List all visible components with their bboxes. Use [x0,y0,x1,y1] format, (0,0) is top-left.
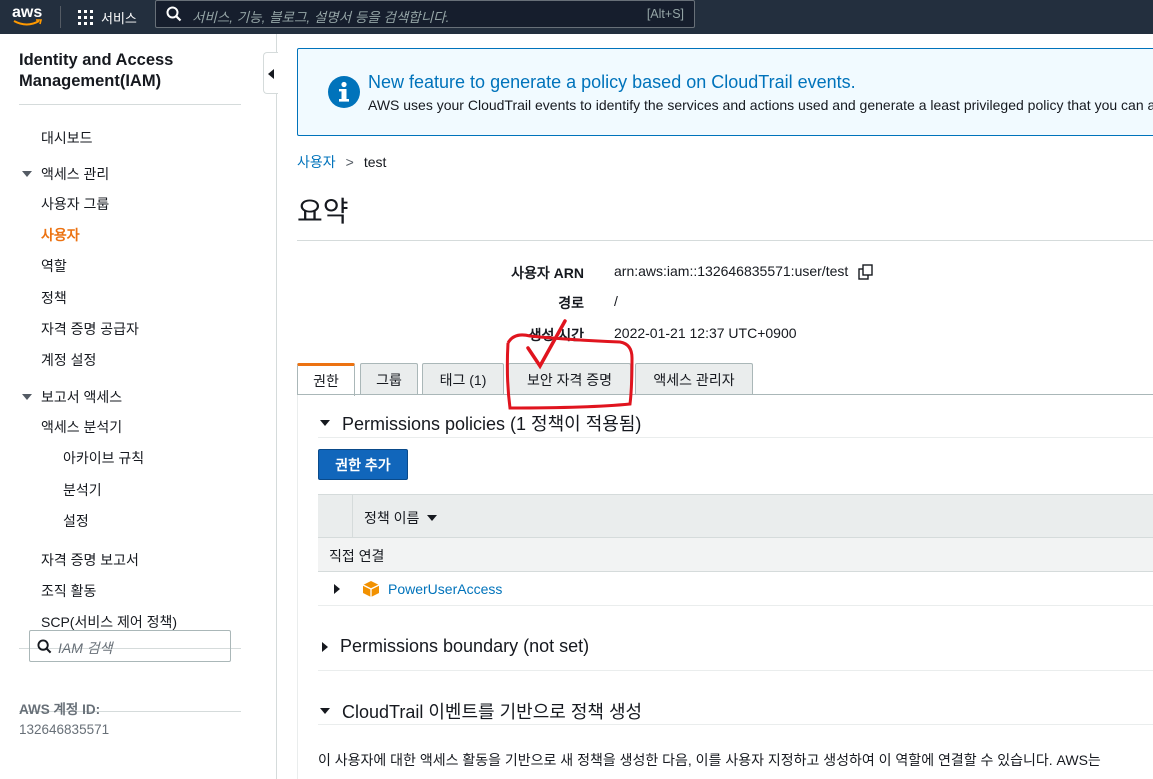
summary-value-created: 2022-01-21 12:37 UTC+0900 [614,325,797,341]
permissions-policies-title: Permissions policies (1 정책이 적용됨) [342,414,642,434]
caret-down-icon [22,394,32,400]
global-search-input[interactable]: 서비스, 기능, 블로그, 설명서 등을 검색합니다. [Alt+S] [155,0,695,28]
aws-managed-policy-icon [362,581,380,597]
column-header-label: 정책 이름 [364,510,420,526]
sidebar-title[interactable]: Identity and Access Management(IAM) [19,50,249,92]
search-icon [37,639,52,654]
page-title: 요약 [297,196,349,227]
sidebar-item-dashboard[interactable]: 대시보드 [41,128,93,148]
sidebar-item-archive-rules[interactable]: 아카이브 규칙 [63,448,144,468]
permissions-policies-header[interactable]: Permissions policies (1 정책이 적용됨) [320,410,641,436]
add-permissions-button[interactable]: 권한 추가 [318,449,408,480]
sidebar-item-credential-report[interactable]: 자격 증명 보고서 [41,550,139,570]
tab-permissions[interactable]: 권한 [297,363,355,396]
search-icon [166,6,182,22]
breadcrumb: 사용자 > test [297,152,386,172]
global-search-placeholder: 서비스, 기능, 블로그, 설명서 등을 검색합니다. [192,10,450,25]
sidebar-item-access-analyzer[interactable]: 액세스 분석기 [41,417,122,437]
title-divider [297,240,1153,241]
summary-value-arn: arn:aws:iam::132646835571:user/test [614,263,849,279]
sidebar-collapse-button[interactable] [263,52,278,94]
expand-row-icon[interactable] [334,584,340,594]
nav-divider [60,6,61,28]
caret-down-icon [22,171,32,177]
cloudtrail-description: 이 사용자에 대한 액세스 활동을 기반으로 새 정책을 생성한 다음, 이를 … [318,752,1101,768]
section-divider [318,670,1153,671]
table-column-divider [352,495,353,539]
sidebar-item-users[interactable]: 사용자 [41,225,80,245]
iam-search-placeholder: IAM 검색 [58,640,113,656]
cloudtrail-policy-title: CloudTrail 이벤트를 기반으로 정책 생성 [342,702,643,722]
policy-link-poweruseraccess[interactable]: PowerUserAccess [388,581,502,597]
sidebar-section-label: 액세스 관리 [41,166,110,182]
account-id-value: 132646835571 [19,722,110,737]
summary-value-path: / [614,293,618,309]
sidebar-item-policies[interactable]: 정책 [41,288,67,308]
services-grid-icon [78,9,93,25]
sidebar-item-scp[interactable]: SCP(서비스 제어 정책) [41,612,177,632]
account-id-label: AWS 계정 ID: [19,702,101,717]
section-divider [318,437,1153,438]
table-group-label: 직접 연결 [329,548,385,564]
sidebar-divider [19,104,241,105]
sidebar-item-organization-activity[interactable]: 조직 활동 [41,581,96,601]
sidebar-section-label: 보고서 액세스 [41,389,123,405]
flash-description: AWS uses your CloudTrail events to ident… [368,97,1153,113]
breadcrumb-separator: > [345,154,354,170]
section-divider [318,724,1153,725]
sidebar-item-identity-providers[interactable]: 자격 증명 공급자 [41,319,139,339]
tab-groups[interactable]: 그룹 [360,363,418,395]
sidebar-item-account-settings[interactable]: 계정 설정 [41,350,96,370]
table-header: 정책 이름 [318,494,1153,539]
caret-down-icon [320,708,330,714]
summary-label-arn: 사용자 ARN [511,265,584,281]
aws-smile-icon [13,19,43,26]
flash-title: New feature to generate a policy based o… [368,72,856,92]
services-menu-button[interactable]: 서비스 [78,0,137,34]
sidebar-item-roles[interactable]: 역할 [41,256,67,276]
cloudtrail-policy-header[interactable]: CloudTrail 이벤트를 기반으로 정책 생성 [320,698,642,724]
sidebar-section-report-access[interactable]: 보고서 액세스 [22,387,122,407]
column-header-policy-name[interactable]: 정책 이름 [364,508,438,528]
caret-down-icon [320,420,330,426]
iam-search-input[interactable]: IAM 검색 [29,630,231,662]
summary-label-path: 경로 [558,295,584,311]
sort-caret-icon [427,515,438,521]
info-icon [328,76,360,108]
red-annotation-checkmark [505,319,634,410]
tab-access-advisor[interactable]: 액세스 관리자 [635,363,753,395]
table-group-row: 직접 연결 [318,538,1153,572]
sidebar: Identity and Access Management(IAM) 대시보드… [0,34,277,779]
policies-table: 정책 이름 직접 연결 PowerUserAccess [318,494,1153,606]
breadcrumb-current: test [363,154,387,170]
breadcrumb-users-link[interactable]: 사용자 [297,152,336,172]
sidebar-section-access-management[interactable]: 액세스 관리 [22,164,109,184]
permissions-boundary-title: Permissions boundary (not set) [340,636,590,656]
search-shortcut-hint: [Alt+S] [646,7,684,21]
chevron-left-icon [268,69,274,79]
table-row: PowerUserAccess [318,572,1153,606]
permissions-boundary-header[interactable]: Permissions boundary (not set) [320,636,589,657]
top-navigation: aws 서비스 서비스, 기능, 블로그, 설명서 등을 검색합니다. [Alt… [0,0,1153,34]
info-flash-banner: New feature to generate a policy based o… [297,48,1153,136]
caret-right-icon [322,641,328,652]
sidebar-item-user-groups[interactable]: 사용자 그룹 [41,194,109,214]
services-label: 서비스 [101,10,137,26]
aws-logo[interactable]: aws [12,2,48,30]
sidebar-item-analyzers[interactable]: 분석기 [63,480,102,500]
copy-icon[interactable] [858,264,874,280]
sidebar-item-analyzer-settings[interactable]: 설정 [63,511,89,531]
